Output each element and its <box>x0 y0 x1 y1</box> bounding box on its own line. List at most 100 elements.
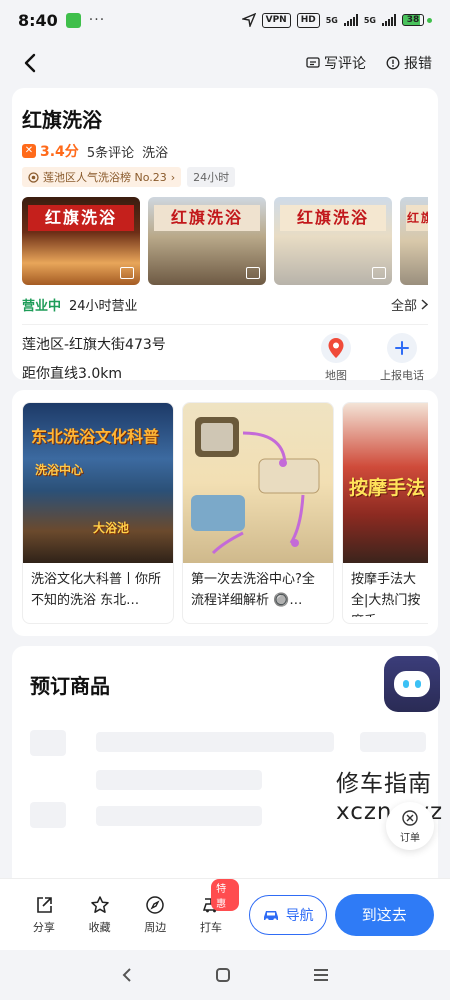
plus-icon <box>387 333 417 363</box>
map-pin-icon <box>321 333 351 363</box>
battery-icon: 38 <box>402 14 432 26</box>
open-status: 营业中 <box>22 299 62 314</box>
photo-gallery[interactable]: 红旗洗浴 红旗洗浴 红旗洗浴 红旗 <box>22 197 428 285</box>
shop-sign-text: 红旗洗浴 <box>28 205 134 231</box>
navigate-label: 导航 <box>285 907 314 924</box>
article-caption: 洗浴文化大科普丨你所不知的洗浴 东北… <box>31 572 162 608</box>
article-caption: 按摩手法大全|大热门按摩手 <box>351 572 421 617</box>
shop-sign-text: 红旗 <box>406 205 428 231</box>
shop-photo[interactable]: 红旗 <box>400 197 428 285</box>
more-notifications-icon: ··· <box>88 12 106 28</box>
map-label: 地图 <box>325 369 347 382</box>
report-phone-button[interactable]: 上报电话 <box>376 333 428 383</box>
image-icon <box>372 267 386 279</box>
navigate-button[interactable]: 导航 <box>248 894 327 935</box>
article-carousel[interactable]: 东北洗浴文化科普 洗浴中心 大浴池 洗浴文化大科普丨你所不知的洗浴 东北… 第一… <box>22 402 428 624</box>
rating-row[interactable]: ✕ 3.4分 5条评论 洗浴 <box>22 141 428 161</box>
watermark-line-1: 修车指南 <box>336 771 432 797</box>
rating-logo-icon: ✕ <box>22 144 36 158</box>
rank-badge[interactable]: 莲池区人气洗浴榜 No.23 › <box>22 167 182 187</box>
thumbnail-subtitle: 大浴池 <box>93 521 130 535</box>
address-block[interactable]: 莲池区-红旗大街473号 距你直线3.0km <box>22 335 310 383</box>
thumbnail-subtitle: 洗浴中心 <box>35 463 84 477</box>
article-caption: 第一次去洗浴中心?全流程详细解析 🔘… <box>191 572 315 608</box>
business-hours-row[interactable]: 营业中 24小时营业 全部 <box>22 295 428 325</box>
back-arrow-icon[interactable] <box>18 51 42 75</box>
image-icon <box>246 267 260 279</box>
map-button[interactable]: 地图 <box>310 333 362 383</box>
nearby-button[interactable]: 周边 <box>127 895 183 935</box>
report-error-button[interactable]: 报错 <box>386 53 432 73</box>
taxi-button[interactable]: 特惠 打车 <box>183 878 239 935</box>
compass-icon <box>146 895 165 914</box>
share-button[interactable]: 分享 <box>16 895 72 935</box>
orders-label: 订单 <box>400 832 420 844</box>
location-arrow-icon <box>241 13 256 27</box>
comment-icon <box>306 57 320 68</box>
article-thumbnail <box>183 403 333 563</box>
loading-placeholder <box>96 806 262 826</box>
chevron-right-icon <box>421 299 428 310</box>
rank-badge-label: 莲池区人气洗浴榜 No.23 <box>43 171 167 184</box>
charging-dot-icon <box>427 17 432 23</box>
article-card[interactable]: 按摩手法 按摩手法大全|大热门按摩手 <box>342 402 428 624</box>
shop-info-card: 红旗洗浴 ✕ 3.4分 5条评论 洗浴 莲池区人气洗浴榜 No.23 › 24小… <box>12 88 438 383</box>
distance-text: 距你直线3.0km <box>22 366 123 382</box>
top-actions: 写评论 报错 <box>306 53 432 73</box>
network-type-1: 5G <box>325 15 338 25</box>
favorite-button[interactable]: 收藏 <box>72 895 128 935</box>
article-thumbnail: 东北洗浴文化科普 洗浴中心 大浴池 <box>23 403 173 563</box>
warning-icon <box>386 56 400 70</box>
taxi-label: 打车 <box>200 920 223 934</box>
articles-card: 东北洗浴文化科普 洗浴中心 大浴池 洗浴文化大科普丨你所不知的洗浴 东北… 第一… <box>12 390 438 636</box>
address-actions: 地图 上报电话 <box>310 333 428 383</box>
shop-sign-text: 红旗洗浴 <box>154 205 260 231</box>
battery-level: 38 <box>402 14 424 26</box>
article-card[interactable]: 东北洗浴文化科普 洗浴中心 大浴池 洗浴文化大科普丨你所不知的洗浴 东北… <box>22 402 174 624</box>
image-icon <box>120 267 134 279</box>
status-indicators: VPN HD 5G 5G 38 <box>241 12 432 28</box>
orders-button[interactable]: 订单 <box>386 802 434 850</box>
bottom-action-bar: 分享 收藏 周边 特惠 打车 导航 到这去 <box>0 878 450 950</box>
review-count: 5条评论 <box>86 145 135 161</box>
system-back-icon[interactable] <box>120 967 134 983</box>
status-bar: 8:40 ··· VPN HD 5G 5G 38 <box>0 0 450 40</box>
shop-photo[interactable]: 红旗洗浴 <box>148 197 266 285</box>
shop-photo[interactable]: 红旗洗浴 <box>274 197 392 285</box>
loading-placeholder <box>30 730 66 756</box>
rating-score: 3.4分 <box>40 144 79 160</box>
system-menu-icon[interactable] <box>312 967 330 983</box>
signal-icon <box>382 14 396 26</box>
booking-title: 预订商品 <box>30 674 110 698</box>
shop-name: 红旗洗浴 <box>22 108 102 132</box>
article-thumbnail: 按摩手法 <box>343 403 428 563</box>
notification-app-icon <box>65 12 81 28</box>
medal-icon <box>28 171 39 183</box>
share-label: 分享 <box>32 920 55 934</box>
discount-badge: 特惠 <box>211 878 239 911</box>
system-home-icon[interactable] <box>215 967 231 983</box>
open-hours: 24小时营业 <box>69 299 138 314</box>
share-icon <box>37 896 52 913</box>
star-icon <box>90 895 109 913</box>
shop-photo[interactable]: 红旗洗浴 <box>22 197 140 285</box>
shop-sign-text: 红旗洗浴 <box>280 205 386 231</box>
address-row: 莲池区-红旗大街473号 距你直线3.0km 地图 上报电话 <box>22 333 428 383</box>
system-nav-bar <box>0 950 450 1000</box>
badge-row: 莲池区人气洗浴榜 No.23 › 24小时 <box>22 167 428 187</box>
article-card[interactable]: 第一次去洗浴中心?全流程详细解析 🔘… <box>182 402 334 624</box>
write-review-button[interactable]: 写评论 <box>306 53 366 73</box>
all-hours-link[interactable]: 全部 <box>391 295 428 314</box>
loading-placeholder <box>360 732 426 752</box>
signal-icon <box>343 14 358 26</box>
address-text: 莲池区-红旗大街473号 <box>22 337 166 353</box>
bathhouse-flow-illustration <box>191 417 320 555</box>
loading-placeholder <box>30 802 66 828</box>
thumbnail-title: 东北洗浴文化科普 <box>31 427 160 446</box>
report-error-label: 报错 <box>404 56 432 72</box>
car-icon <box>263 910 278 922</box>
hd-badge: HD <box>296 12 320 28</box>
go-here-button[interactable]: 到这去 <box>334 893 434 936</box>
status-time: 8:40 <box>18 10 58 30</box>
ai-assistant-button[interactable] <box>384 656 440 712</box>
